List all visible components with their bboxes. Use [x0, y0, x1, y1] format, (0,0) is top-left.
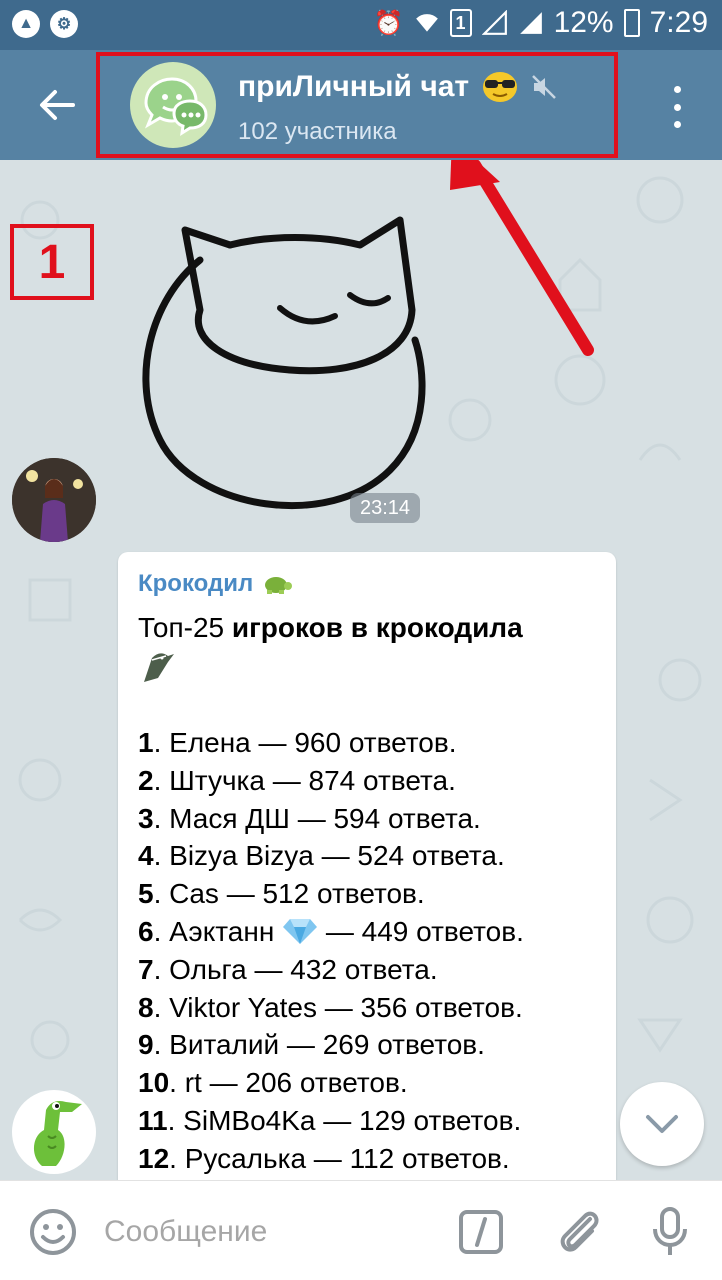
list-item: 3. Мася ДШ — 594 ответа.: [138, 802, 481, 834]
list-item: 5. Cas — 512 ответов.: [138, 878, 425, 910]
chat-info-button[interactable]: приЛичный чат 102 участника: [96, 52, 618, 158]
sender-name-text: Крокодил: [138, 570, 254, 597]
battery-charging-icon: [623, 9, 640, 37]
list-item: 8. Viktor Yates — 356 ответов.: [138, 991, 523, 1023]
sender-avatar[interactable]: [12, 458, 96, 542]
list-item: 10. rt — 206 ответов.: [138, 1067, 408, 1099]
list-item: 2. Штучка — 874 ответа.: [138, 764, 456, 796]
message-bubble[interactable]: Крокодил Топ-25 игроков в крокодила 1. Е…: [118, 552, 616, 1180]
dot-icon: [673, 121, 681, 128]
crocodile-emoji-icon: [144, 653, 174, 682]
list-item: 11. SiMBo4Ka — 129 ответов.: [138, 1104, 522, 1136]
sim-icon: 1: [449, 9, 472, 37]
message-composer: [0, 1180, 722, 1280]
sunglasses-emoji-icon: [483, 72, 518, 102]
sleeping-cat-sticker[interactable]: [130, 190, 430, 520]
list-item: 4. Bizya Bizya — 524 ответа.: [138, 840, 505, 872]
app-notification-icon: ▲: [12, 10, 40, 38]
attach-icon[interactable]: [554, 1205, 604, 1259]
back-button[interactable]: [32, 80, 82, 130]
chevron-down-icon: [646, 1115, 678, 1133]
bot-command-icon[interactable]: [458, 1209, 504, 1255]
chat-header: приЛичный чат 102 участника: [0, 50, 722, 160]
annotation-marker: 1: [10, 224, 94, 300]
sticker-timestamp: 23:14: [350, 493, 421, 523]
bot-avatar[interactable]: [12, 1090, 96, 1174]
status-bar: ▲ ⚙ ⏰ 1 12% 7:29: [0, 0, 722, 50]
member-count: 102 участника: [238, 118, 397, 145]
chat-title-text: приЛичный чат: [238, 70, 470, 103]
status-left-icons: ▲ ⚙: [12, 10, 78, 38]
heading-prefix: Топ-25: [138, 612, 232, 643]
message-heading: Топ-25 игроков в крокодила: [138, 610, 596, 686]
list-item: 6. Аэктанн — 449 ответов.: [138, 915, 524, 947]
battery-percent: 12%: [553, 6, 614, 39]
signal-icon: [519, 12, 542, 34]
user-photo: [12, 458, 96, 542]
sender-name[interactable]: Крокодил: [138, 570, 596, 598]
chat-bubbles-icon: [144, 77, 208, 136]
leaderboard-list: 1. Елена — 960 ответов. 2. Штучка — 874 …: [138, 724, 596, 1178]
scroll-down-button[interactable]: [620, 1082, 704, 1166]
chat-avatar: [130, 62, 216, 148]
chat-title: приЛичный чат: [238, 70, 557, 104]
status-right: ⏰ 1 12% 7:29: [374, 6, 708, 40]
alarm-icon: ⏰: [373, 9, 404, 37]
turtle-emoji-icon: [265, 577, 293, 594]
heading-bold: игроков в крокодила: [231, 612, 523, 643]
settings-notification-icon: ⚙: [50, 10, 78, 38]
emoji-icon[interactable]: [28, 1207, 78, 1257]
more-menu-button[interactable]: [662, 82, 692, 132]
dot-icon: [673, 103, 681, 111]
wifi-icon: [415, 14, 438, 32]
message-input[interactable]: [104, 1209, 434, 1255]
arrow-left-icon: [40, 90, 75, 120]
microphone-icon[interactable]: [650, 1205, 690, 1259]
diamond-emoji-icon: [283, 918, 318, 944]
messages-list[interactable]: 1 23:14 Крокодил Топ-25 игроков в крокод…: [0, 160, 722, 1180]
crocodile-avatar-icon: [33, 1101, 82, 1166]
clock: 7:29: [649, 6, 708, 39]
signal-icon: [481, 10, 507, 35]
list-item: 1. Елена — 960 ответов.: [138, 727, 457, 758]
list-item: 12. Русалька — 112 ответов.: [138, 1142, 510, 1174]
list-item: 9. Виталий — 269 ответов.: [138, 1029, 485, 1061]
mute-icon: [532, 75, 556, 99]
list-item: 7. Ольга — 432 ответа.: [138, 953, 438, 985]
dot-icon: [673, 86, 681, 93]
